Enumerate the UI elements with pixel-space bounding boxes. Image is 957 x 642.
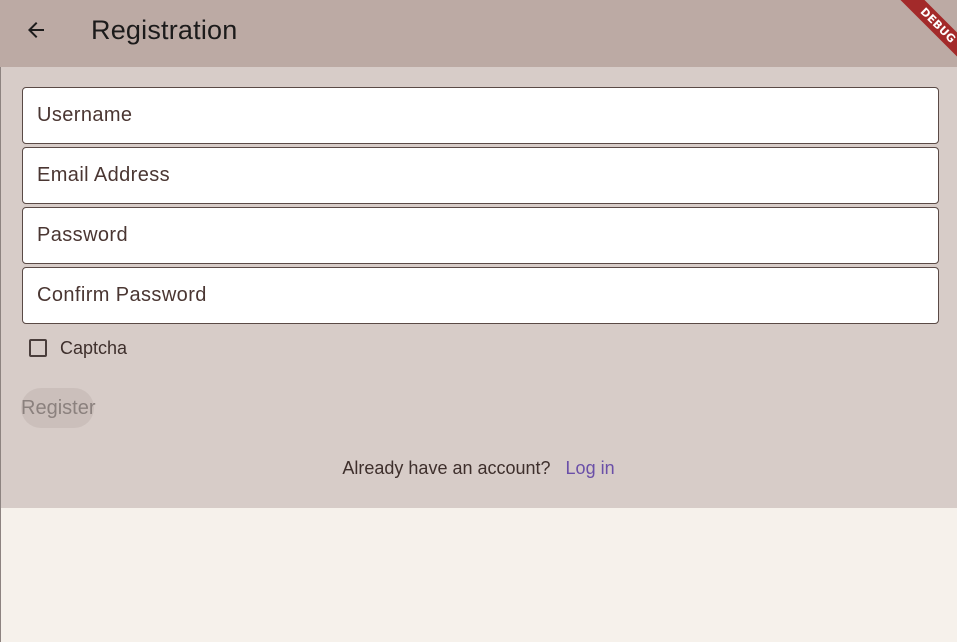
confirm-password-field[interactable]: [22, 267, 939, 324]
username-input[interactable]: [23, 88, 938, 143]
confirm-password-input[interactable]: [23, 268, 938, 323]
email-field[interactable]: [22, 147, 939, 204]
username-field[interactable]: [22, 87, 939, 144]
email-input[interactable]: [23, 148, 938, 203]
register-button[interactable]: Register: [21, 388, 95, 428]
page-title: Registration: [91, 15, 238, 45]
password-field[interactable]: [22, 207, 939, 264]
app-bar: Registration: [0, 0, 957, 67]
arrow-left-icon: [24, 18, 48, 47]
back-button[interactable]: [14, 10, 58, 54]
login-link[interactable]: Log in: [566, 458, 615, 478]
captcha-checkbox[interactable]: [29, 339, 47, 357]
login-prompt-row: Already have an account? Log in: [0, 458, 957, 479]
captcha-row: Captcha: [29, 335, 127, 361]
registration-form: [1, 67, 957, 508]
login-prompt-text: Already have an account?: [342, 458, 551, 478]
captcha-label[interactable]: Captcha: [60, 338, 127, 359]
password-input[interactable]: [23, 208, 938, 263]
